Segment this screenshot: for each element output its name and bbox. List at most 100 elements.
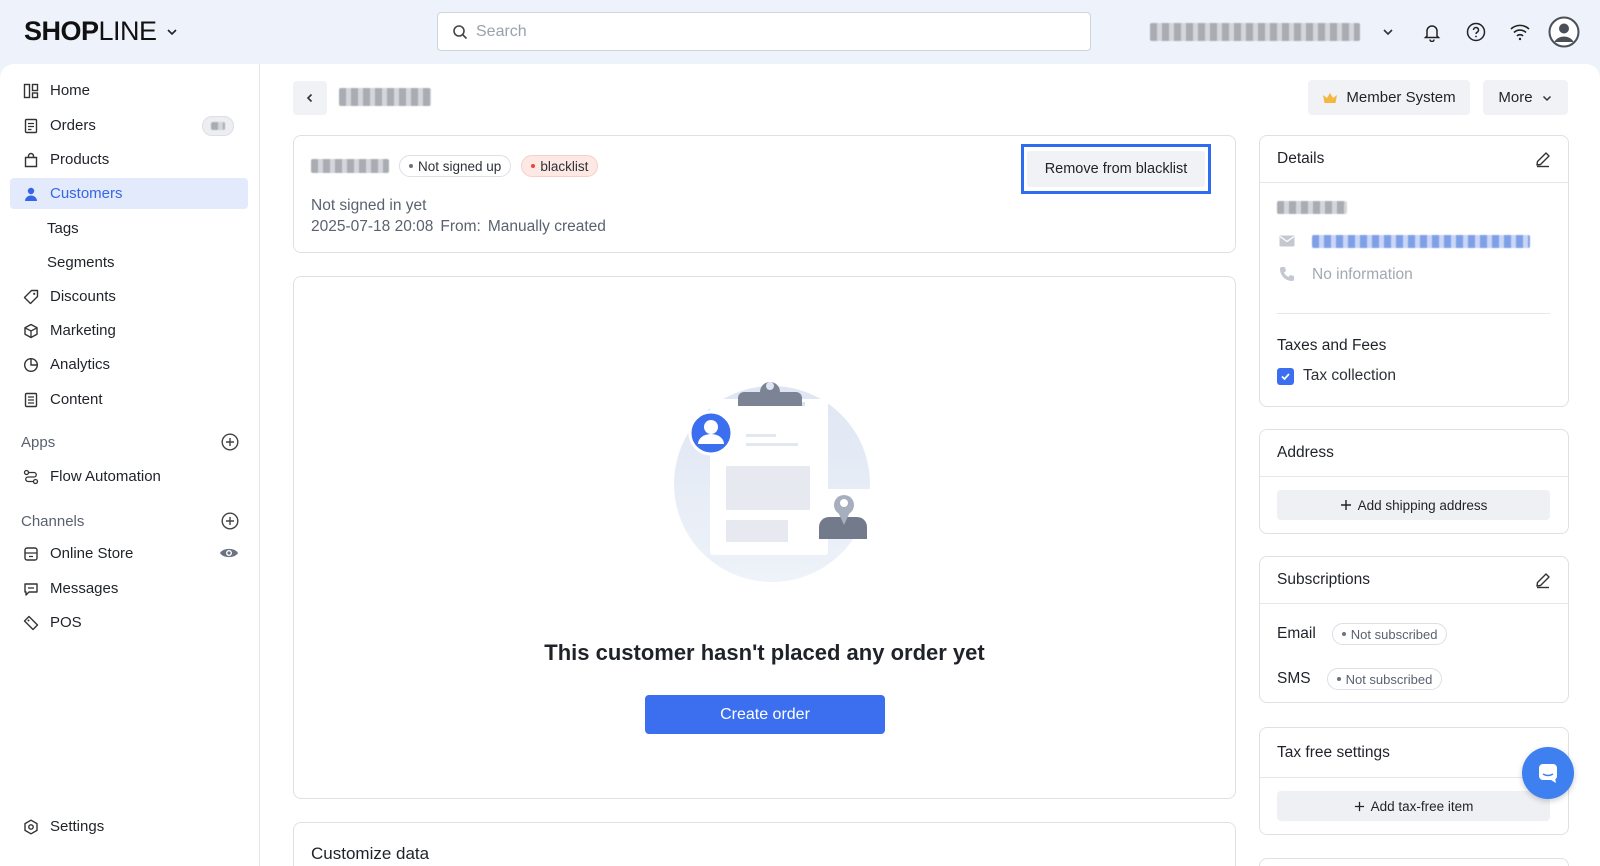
taxes-fees-title: Taxes and Fees [1277,337,1387,354]
orders-count-badge [202,115,234,136]
chevron-down-icon [166,28,177,35]
create-order-button[interactable]: Create order [645,695,885,734]
cube-icon [22,322,40,340]
header-actions [1150,14,1582,50]
sidebar-item-online-store[interactable]: Online Store [10,538,248,569]
brand-logo: SHOPLINE [24,16,157,46]
search-box[interactable] [437,12,1091,51]
chevron-down-icon [1542,95,1551,101]
email-subscription-row: Email Not subscribed [1277,623,1448,645]
edit-subscriptions-icon[interactable] [1534,571,1552,589]
main-content: Member System More Not signed up blackli… [260,64,1600,866]
details-header: Details [1260,136,1568,183]
details-email-redacted[interactable] [1312,235,1530,248]
sidebar-item-label: Settings [50,818,105,835]
details-card: Details No information Taxes and Fees Ta… [1259,135,1569,407]
sidebar-item-label: Content [50,391,103,408]
sidebar-item-discounts[interactable]: Discounts [10,281,248,312]
remove-blacklist-highlight: Remove from blacklist [1021,144,1211,194]
sidebar-item-label: Messages [50,580,119,597]
sidebar-item-label: Products [50,151,110,168]
sidebar-item-label: Analytics [50,356,111,373]
pos-tag-icon [22,614,40,632]
chevron-down-icon [1383,29,1393,36]
customize-data-card: Customize data [293,822,1236,866]
sidebar-item-marketing[interactable]: Marketing [10,315,248,346]
help-icon [1466,22,1486,42]
sidebar-item-label: Tags [47,220,79,237]
sidebar-item-label: Online Store [50,545,134,562]
plus-icon [1340,500,1351,510]
document-icon [22,391,40,409]
account-button[interactable] [1546,14,1582,50]
address-title: Address [1277,444,1334,461]
apps-section-label: Apps [21,434,56,451]
email-subscription-label: Email [1277,625,1316,642]
signin-status: Not signed in yet [311,197,427,214]
sidebar-item-products[interactable]: Products [10,144,248,175]
sidebar-item-content[interactable]: Content [10,384,248,415]
tax-collection-label: Tax collection [1303,367,1397,384]
user-icon [22,185,40,203]
sidebar-item-flow-automation[interactable]: Flow Automation [10,461,248,492]
customize-data-title: Customize data [311,844,430,863]
settings-icon [22,818,40,836]
sidebar-item-label: Customers [50,185,123,202]
sidebar-item-pos[interactable]: POS [10,607,248,638]
sidebar-item-settings[interactable]: Settings [10,811,248,842]
remove-from-blacklist-button[interactable]: Remove from blacklist [1027,151,1205,187]
chat-support-button[interactable] [1522,747,1574,799]
sidebar-item-segments[interactable]: Segments [10,247,248,278]
member-system-button[interactable]: Member System [1308,80,1470,115]
add-shipping-address-label: Add shipping address [1357,497,1488,513]
sidebar-item-label: Marketing [50,322,116,339]
sidebar-item-orders[interactable]: Orders [10,110,248,141]
sms-subscription-row: SMS Not subscribed [1277,668,1443,690]
sidebar-item-label: Home [50,82,91,99]
tax-collection-checkbox[interactable] [1277,367,1294,385]
bag-icon [22,151,40,169]
edit-details-icon[interactable] [1534,150,1552,168]
add-channel-icon[interactable] [221,512,239,530]
home-icon [22,82,40,100]
chevron-left-icon [306,93,313,103]
blacklist-chip: blacklist [521,155,599,177]
sidebar-item-home[interactable]: Home [10,75,248,106]
sidebar-item-customers[interactable]: Customers [10,178,248,209]
top-bar: SHOPLINE [0,0,1600,64]
subscriptions-title: Subscriptions [1277,571,1371,588]
back-button[interactable] [293,81,327,115]
more-button[interactable]: More [1483,80,1568,115]
details-divider [1277,313,1550,314]
tax-collection-row: Tax collection [1277,367,1396,385]
customer-name-redacted [311,159,389,173]
empty-orders-title: This customer hasn't placed any order ye… [544,640,985,665]
orders-icon [22,117,40,135]
next-right-card [1259,858,1569,866]
connection-button[interactable] [1502,14,1538,50]
avatar-icon [1548,16,1580,48]
sidebar-item-messages[interactable]: Messages [10,573,248,604]
sidebar-item-label: Segments [47,254,115,271]
store-menu-chevron[interactable] [1370,14,1406,50]
add-tax-free-item-label: Add tax-free item [1370,798,1474,814]
notifications-button[interactable] [1414,14,1450,50]
address-header: Address [1260,430,1568,477]
help-button[interactable] [1458,14,1494,50]
sidebar-item-label: Discounts [50,288,116,305]
empty-orders-illustration [674,382,870,582]
store-name-redacted[interactable] [1150,23,1360,41]
phone-value: No information [1312,266,1413,283]
sidebar-item-analytics[interactable]: Analytics [10,349,248,380]
store-switcher[interactable]: SHOPLINE [24,16,179,47]
eye-icon[interactable] [219,546,239,560]
add-app-icon[interactable] [221,433,239,451]
add-shipping-address-button[interactable]: Add shipping address [1277,490,1550,520]
add-tax-free-item-button[interactable]: Add tax-free item [1277,791,1550,821]
search-input[interactable] [476,22,1056,41]
orders-card: This customer hasn't placed any order ye… [293,276,1236,799]
sidebar-item-label: Orders [50,117,96,134]
created-date: 2025-07-18 20:08 [311,218,434,235]
sidebar-item-tags[interactable]: Tags [10,213,248,244]
check-icon [1281,372,1290,380]
